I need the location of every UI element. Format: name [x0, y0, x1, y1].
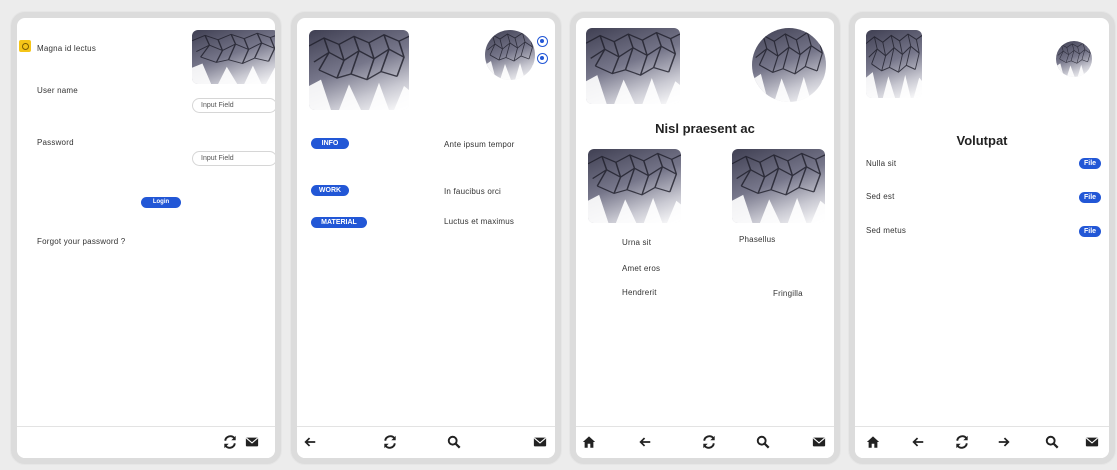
- tag-work[interactable]: WORK: [311, 185, 349, 196]
- hero-image: [309, 30, 409, 110]
- login-button[interactable]: Login: [141, 197, 181, 208]
- profile-avatar: [485, 30, 535, 80]
- arrow-right-icon[interactable]: [997, 435, 1011, 449]
- item-label-4: Hendrerit: [622, 288, 657, 297]
- header-text: Magna id lectus: [37, 44, 97, 53]
- radio-option-1[interactable]: [537, 36, 548, 47]
- arrow-left-icon[interactable]: [911, 435, 925, 449]
- radio-option-2[interactable]: [537, 53, 548, 64]
- mail-icon[interactable]: [533, 435, 547, 449]
- file-button-1[interactable]: File: [1079, 158, 1101, 169]
- tag-info[interactable]: INFO: [311, 138, 349, 149]
- item-label-5: Fringilla: [773, 289, 803, 298]
- home-icon[interactable]: [866, 435, 880, 449]
- card-image-1: [588, 149, 681, 223]
- arrow-left-icon[interactable]: [303, 435, 317, 449]
- mail-icon[interactable]: [812, 435, 826, 449]
- profile-avatar: [1056, 41, 1092, 77]
- screen-title: Volutpat: [956, 133, 1008, 148]
- row-text-3: Luctus et maximus: [444, 217, 515, 226]
- item-label-3: Amet eros: [622, 264, 661, 273]
- refresh-icon[interactable]: [955, 435, 969, 449]
- file-row-label-3: Sed metus: [866, 226, 907, 235]
- item-label-1: Urna sit: [622, 238, 652, 247]
- bottom-nav: [576, 426, 834, 458]
- username-input[interactable]: Input Field: [192, 98, 275, 113]
- file-row-label-1: Nulla sit: [866, 159, 897, 168]
- screen-title: Nisl praesent ac: [655, 121, 755, 136]
- top-left-image: [586, 28, 680, 104]
- refresh-icon[interactable]: [702, 435, 716, 449]
- card-image-2: [732, 149, 825, 223]
- top-right-avatar: [752, 28, 826, 102]
- files-screen: Volutpat Nulla sit File Sed est File Sed…: [849, 12, 1115, 464]
- password-label: Password: [37, 138, 74, 147]
- refresh-icon[interactable]: [383, 435, 397, 449]
- username-label: User name: [37, 86, 78, 95]
- search-icon[interactable]: [756, 435, 770, 449]
- home-icon[interactable]: [582, 435, 596, 449]
- password-input[interactable]: Input Field: [192, 151, 275, 166]
- arrow-left-icon[interactable]: [638, 435, 652, 449]
- file-button-2[interactable]: File: [1079, 192, 1101, 203]
- home-badge-icon[interactable]: [19, 40, 31, 52]
- file-row-label-2: Sed est: [866, 192, 895, 201]
- row-text-1: Ante ipsum tempor: [444, 140, 515, 149]
- bottom-nav: [17, 426, 275, 458]
- search-icon[interactable]: [447, 435, 461, 449]
- file-button-3[interactable]: File: [1079, 226, 1101, 237]
- mail-icon[interactable]: [245, 435, 259, 449]
- tag-material[interactable]: MATERIAL: [311, 217, 367, 228]
- bottom-nav: [297, 426, 555, 458]
- bottom-nav: [855, 426, 1109, 458]
- refresh-icon[interactable]: [223, 435, 237, 449]
- forgot-password-link[interactable]: Forgot your password ?: [37, 237, 125, 246]
- header-image: [192, 30, 275, 84]
- search-icon[interactable]: [1045, 435, 1059, 449]
- row-text-2: In faucibus orci: [444, 187, 502, 196]
- header-image: [866, 30, 922, 98]
- login-screen: Magna id lectus User name Input Field Pa…: [11, 12, 281, 464]
- mail-icon[interactable]: [1085, 435, 1099, 449]
- item-label-2: Phasellus: [739, 235, 776, 244]
- tags-screen: INFO Ante ipsum tempor WORK In faucibus …: [291, 12, 561, 464]
- gallery-screen: Nisl praesent ac Urna sit Phasellus Amet…: [570, 12, 840, 464]
